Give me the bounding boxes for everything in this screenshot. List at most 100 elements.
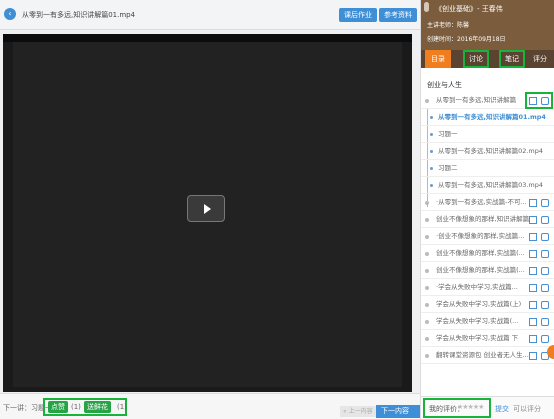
document-icon[interactable] [529,301,537,309]
document-icon[interactable] [529,216,537,224]
list-item-label: 从零到一有多远,知识讲解篇03.mp4 [438,181,543,189]
list-item[interactable]: ·创业不像想象的那样,实战篇... [421,228,554,245]
list-item[interactable]: 翻转课堂资源包 创业者无人生... [421,347,554,364]
list-item-label: 翻转课堂资源包 创业者无人生... [436,351,529,359]
list-item[interactable]: 学会从失败中学习,实战篇(上) [421,296,554,313]
download-icon[interactable] [541,199,549,207]
section-title: 创业与人生 [427,81,462,89]
bullet-icon [425,235,429,239]
document-icon[interactable] [529,318,537,326]
list-item-label: 从零到一有多远,知识讲解篇01.mp4 [438,113,546,121]
player-top-strip [3,34,412,42]
exercise-button[interactable]: 课后作业 [339,8,377,22]
bullet-icon [425,320,429,324]
rating-bar: 我的评价： ★★★★★ 提交 可以评分 [421,396,554,419]
video-title: 从零到一有多远,知识讲解篇01.mp4 [22,11,136,19]
list-item-label: 创业不像想象的那样,实战篇(... [436,266,525,274]
list-item-label: 创业不像想象的那样,实战篇(... [436,249,525,257]
list-item-label: 习题一 [438,130,458,138]
list-item[interactable]: ·学会从失败中学习,实战篇... [421,279,554,296]
list-item-label: 学会从失败中学习,实战篇 下 [436,334,519,342]
course-header: 《创业基础》- 王春伟 主讲老师：陈馨 创建时间：2016年09月18日 [421,0,554,50]
created-label: 创建时间：2016年09月18日 [427,36,506,43]
bullet-icon [425,337,429,341]
document-icon[interactable] [529,199,537,207]
download-icon[interactable] [541,318,549,326]
bullet-icon [430,116,433,119]
download-icon[interactable] [541,97,549,105]
list-item[interactable]: 从零到一有多远,知识讲解篇03.mp4 [421,177,554,194]
list-item[interactable]: 创业不像想象的那样,知识讲解篇 [421,211,554,228]
tab-catalog[interactable]: 目录 [425,50,451,68]
list-item-label: ·创业不像想象的那样,实战篇... [436,232,525,240]
tab-rating[interactable]: 评分 [527,50,553,68]
document-icon[interactable] [529,352,537,360]
list-item-label: 学会从失败中学习,实战篇(上) [436,300,522,308]
bullet-icon [430,167,433,170]
list-item[interactable]: 习题一 [421,126,554,143]
list-item[interactable]: 从零到一有多远,知识讲解篇 [421,92,554,109]
video-footer: 下一讲：习题一 点赞 (1) 送鲜花 (1) « 上一内容 下一内容 » [0,393,420,419]
video-header: ‹ 从零到一有多远,知识讲解篇01.mp4 课后作业 参考资料 [0,0,420,30]
floating-button[interactable] [547,345,554,359]
bullet-icon [425,252,429,256]
submit-rating-button[interactable]: 提交 [495,404,509,414]
bullet-icon [425,218,429,222]
course-panel: 《创业基础》- 王春伟 主讲老师：陈馨 创建时间：2016年09月18日 目录 … [420,0,554,419]
bullet-icon [425,354,429,358]
tab-notes[interactable]: 笔记 [499,50,525,68]
list-item[interactable]: 习题二 [421,160,554,177]
list-item[interactable]: 从零到一有多远,知识讲解篇01.mp4 [421,109,554,126]
bullet-icon [425,201,429,205]
document-icon[interactable] [529,267,537,275]
rating-state: 可以评分 [513,405,541,413]
list-item[interactable]: 创业不像想象的那样,实战篇(... [421,262,554,279]
like-count: (1) [71,403,81,411]
play-icon[interactable] [187,195,225,222]
list-item-label: 习题二 [438,164,458,172]
document-icon[interactable] [529,284,537,292]
document-icon[interactable] [529,335,537,343]
next-content-button[interactable]: 下一内容 » [376,405,420,418]
flower-count: (1) [117,403,127,411]
document-icon[interactable] [529,233,537,241]
list-item[interactable]: 创业不像想象的那样,实战篇(... [421,245,554,262]
bullet-icon [430,184,433,187]
download-icon[interactable] [541,267,549,275]
download-icon[interactable] [541,216,549,224]
bullet-icon [425,99,429,103]
document-icon[interactable] [529,97,537,105]
tab-discussion[interactable]: 讨论 [463,50,489,68]
list-item[interactable]: ·从零到一有多远,实战篇-不可... [421,194,554,211]
list-item[interactable]: 学会从失败中学习,实战篇 下 [421,330,554,347]
download-icon[interactable] [541,233,549,241]
star-rating[interactable]: ★★★★★ [457,403,484,411]
list-item-label: ·学会从失败中学习,实战篇... [436,283,518,291]
document-icon[interactable] [529,250,537,258]
course-mark-icon [424,2,429,12]
like-button[interactable]: 点赞 [48,401,68,413]
list-item-label: 从零到一有多远,知识讲解篇02.mp4 [438,147,543,155]
download-icon[interactable] [541,301,549,309]
teacher-label: 主讲老师：陈馨 [427,22,470,29]
flower-button[interactable]: 送鲜花 [84,401,111,413]
back-icon[interactable]: ‹ [4,8,16,20]
list-item-label: ·从零到一有多远,实战篇-不可... [436,198,527,206]
bullet-icon [430,133,433,136]
prev-content-button[interactable]: « 上一内容 [340,406,376,417]
download-icon[interactable] [541,250,549,258]
download-icon[interactable] [541,284,549,292]
list-item[interactable]: 从零到一有多远,知识讲解篇02.mp4 [421,143,554,160]
list-item-label: 创业不像想象的那样,知识讲解篇 [436,215,530,223]
bullet-icon [425,269,429,273]
bullet-icon [430,150,433,153]
download-icon[interactable] [541,335,549,343]
bullet-icon [425,303,429,307]
list-item[interactable]: 学会从失败中学习,实战篇(... [421,313,554,330]
material-button[interactable]: 参考资料 [379,8,417,22]
bullet-icon [425,286,429,290]
course-title: 《创业基础》- 王春伟 [435,5,503,13]
list-item-label: 学会从失败中学习,实战篇(... [436,317,519,325]
list-item-label: 从零到一有多远,知识讲解篇 [436,96,517,104]
lesson-list: 从零到一有多远,知识讲解篇 从零到一有多远,知识讲解篇01.mp4 习题一 从零… [421,92,554,364]
